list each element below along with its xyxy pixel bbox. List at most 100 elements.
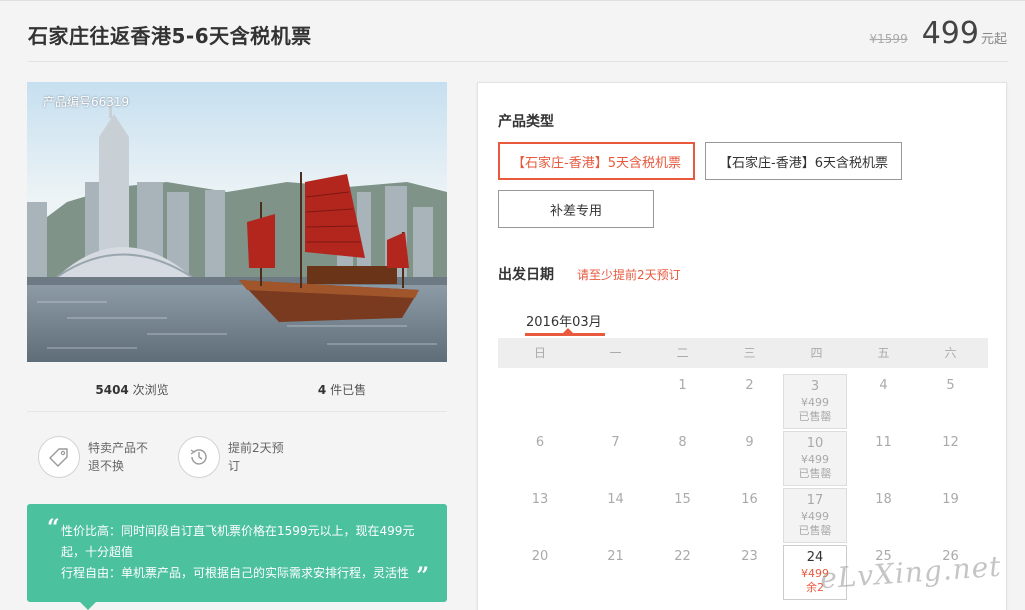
day-number: 8 — [678, 435, 687, 450]
calendar-day-3: 3 ¥499 已售罄 — [783, 374, 847, 429]
day-number: 19 — [942, 492, 959, 507]
weekday-sun: 日 — [533, 346, 546, 360]
feature-list: 特卖产品不退不换 提前2天预订 — [38, 436, 318, 478]
top-border — [0, 0, 1025, 4]
calendar-day-6: 6 — [498, 431, 582, 486]
calendar-day-5: 5 — [917, 374, 984, 429]
calendar-day-14: 14 — [582, 488, 649, 543]
option-supplement[interactable]: 补差专用 — [498, 190, 654, 228]
quote-open-icon: “ — [47, 515, 60, 541]
price-suffix: 元起 — [980, 32, 1007, 47]
weekday-fri: 五 — [877, 346, 890, 360]
quote-line: 性价比高：同时间段自订直飞机票价格在1599元以上，现在499元起，十分超值 — [61, 524, 415, 559]
weekday-thu: 四 — [810, 346, 823, 360]
calendar-day-7: 7 — [582, 431, 649, 486]
day-status: 已售罄 — [798, 467, 832, 480]
calendar-day-1: 1 — [649, 374, 716, 429]
day-number: 11 — [875, 435, 892, 450]
calendar-week-row: 13 14 15 16 17 ¥499 已售罄 18 19 — [498, 488, 988, 545]
calendar-empty-cell — [582, 374, 649, 429]
option-5-day-ticket[interactable]: 【石家庄-香港】5天含税机票 — [498, 142, 695, 180]
day-number: 3 — [810, 379, 820, 394]
day-number: 13 — [531, 492, 549, 507]
calendar-day-16: 16 — [716, 488, 783, 543]
day-number: 7 — [611, 435, 620, 450]
day-number: 2 — [745, 378, 754, 393]
calendar-day-11: 11 — [850, 431, 917, 486]
calendar-week-row: 6 7 8 9 10 ¥499 已售罄 11 12 — [498, 431, 988, 488]
quote-line: 行程自由：单机票产品，可根据自己的实际需求安排行程，灵活性 — [61, 566, 410, 580]
sold-count: 4 — [317, 383, 327, 397]
day-number: 6 — [535, 435, 545, 450]
quote-tail — [80, 602, 96, 610]
day-number: 5 — [946, 378, 955, 393]
day-number: 23 — [741, 549, 758, 564]
day-price: ¥499 — [801, 510, 829, 523]
product-type-label: 产品类型 — [498, 114, 554, 130]
tag-icon — [38, 436, 80, 478]
day-number: 10 — [806, 436, 824, 451]
calendar-day-18: 18 — [850, 488, 917, 543]
month-tab-underline — [525, 333, 605, 336]
product-number: 产品编号66319 — [43, 95, 130, 109]
sold-label: 件已售 — [326, 383, 367, 397]
clock-history-icon — [178, 436, 220, 478]
calendar-day-15: 15 — [649, 488, 716, 543]
calendar-day-19: 19 — [917, 488, 984, 543]
quote-close-icon: ” — [416, 563, 429, 589]
day-price: ¥499 — [801, 396, 829, 409]
feature-text: 特卖产品不退不换 — [88, 441, 149, 473]
calendar-week-row: 1 2 3 ¥499 已售罄 4 5 — [498, 374, 988, 431]
weekday-sat: 六 — [944, 346, 957, 360]
day-number: 9 — [745, 435, 754, 450]
views-count: 5404 — [95, 383, 129, 397]
original-price: ¥1599 — [869, 32, 908, 46]
day-number: 17 — [806, 493, 824, 508]
product-stats: 5404 次浏览 4 件已售 — [27, 372, 447, 412]
page-title: 石家庄往返香港5-6天含税机票 — [28, 24, 312, 48]
booking-panel: 产品类型 【石家庄-香港】5天含税机票 【石家庄-香港】6天含税机票 补差专用 … — [477, 82, 1007, 610]
calendar-day-8: 8 — [649, 431, 716, 486]
day-number: 14 — [607, 492, 624, 507]
day-number: 18 — [875, 492, 892, 507]
day-number: 21 — [607, 549, 624, 564]
calendar-day-10: 10 ¥499 已售罄 — [783, 431, 847, 486]
day-number: 15 — [674, 492, 691, 507]
product-image: 产品编号66319 — [27, 82, 447, 362]
views-label: 次浏览 — [128, 383, 169, 397]
current-price: 499 — [921, 16, 979, 51]
option-6-day-ticket[interactable]: 【石家庄-香港】6天含税机票 — [705, 142, 902, 180]
day-status: 已售罄 — [798, 524, 832, 537]
feature-advance-booking: 提前2天预订 — [178, 436, 318, 478]
calendar-day-21: 21 — [582, 545, 649, 600]
calendar-day-2: 2 — [716, 374, 783, 429]
calendar-day-9: 9 — [716, 431, 783, 486]
calendar-day-12: 12 — [917, 431, 984, 486]
feature-no-refund: 特卖产品不退不换 — [38, 436, 178, 478]
day-number: 4 — [879, 378, 888, 393]
weekday-header: 日 一 二 三 四 五 六 — [498, 338, 988, 368]
sold-stat: 4 件已售 — [237, 372, 447, 411]
day-number: 1 — [678, 378, 687, 393]
calendar-day-22: 22 — [649, 545, 716, 600]
calendar-day-4: 4 — [850, 374, 917, 429]
views-stat: 5404 次浏览 — [27, 372, 237, 411]
calendar-day-17: 17 ¥499 已售罄 — [783, 488, 847, 543]
feature-text: 提前2天预订 — [228, 441, 284, 473]
harbour-junk-illustration — [27, 82, 447, 362]
weekday-wed: 三 — [743, 346, 756, 360]
calendar-day-20: 20 — [498, 545, 582, 600]
highlight-quote: “ 性价比高：同时间段自订直飞机票价格在1599元以上，现在499元起，十分超值… — [27, 504, 447, 602]
weekday-tue: 二 — [676, 346, 689, 360]
day-number: 12 — [942, 435, 959, 450]
calendar-day-23: 23 — [716, 545, 783, 600]
day-number: 20 — [531, 549, 549, 564]
weekday-mon: 一 — [609, 346, 622, 360]
day-number: 22 — [674, 549, 691, 564]
day-number: 16 — [741, 492, 758, 507]
calendar-empty-cell — [498, 374, 582, 429]
day-status: 已售罄 — [798, 410, 832, 423]
day-price: ¥499 — [801, 453, 829, 466]
title-divider — [28, 61, 1008, 62]
calendar-day-13: 13 — [498, 488, 582, 543]
